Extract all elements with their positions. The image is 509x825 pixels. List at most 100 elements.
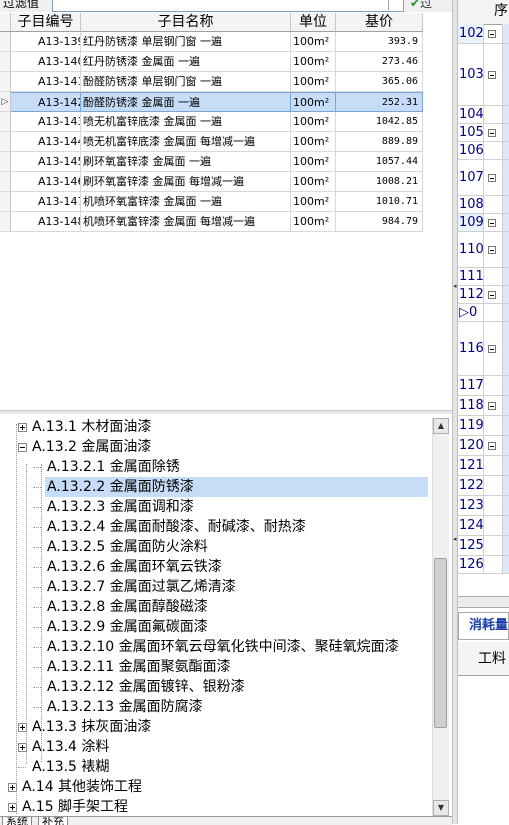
collapse-icon[interactable] (488, 442, 496, 450)
table-row[interactable]: 111 (458, 268, 509, 286)
tree-node[interactable]: A.15 脚手架工程 (20, 797, 130, 816)
row-indicator (0, 192, 11, 212)
tree-node[interactable]: A.13.2.3 金属面调和漆 (45, 497, 196, 517)
table-row[interactable]: A13-146 刷环氧富锌漆 金属面 每增减一遍 100m² 1008.21 (0, 172, 423, 192)
table-row[interactable]: 103 (458, 44, 509, 106)
table-row[interactable]: 110 (458, 232, 509, 268)
table-row[interactable]: 122 (458, 476, 509, 496)
table-row[interactable]: 102 (458, 24, 509, 44)
col-header-price[interactable]: 基价 (336, 13, 423, 32)
table-row[interactable]: A13-143 喷无机富锌底漆 金属面 一遍 100m² 1042.85 (0, 112, 423, 132)
collapse-icon[interactable] (18, 443, 27, 452)
collapse-icon[interactable] (488, 246, 496, 254)
row-cell (502, 44, 509, 105)
tree-node[interactable]: A.13.2.6 金属面环氧云铁漆 (45, 557, 224, 577)
cell-price: 273.46 (336, 52, 423, 72)
tree-node-label: A.13.2.11 金属面聚氨酯面漆 (47, 659, 231, 675)
table-row[interactable]: 124 (458, 516, 509, 536)
tree-node-label: A.13.2.9 金属面氟碳面漆 (47, 619, 208, 635)
table-row[interactable]: ▷ A13-142 酚醛防锈漆 金属面 一遍 100m² 252.31 (0, 92, 423, 112)
table-row[interactable]: A13-140 红丹防锈漆 金属面 一遍 100m² 273.46 (0, 52, 423, 72)
collapse-icon[interactable] (488, 219, 496, 227)
table-row[interactable]: 112 (458, 286, 509, 304)
expand-icon[interactable] (18, 423, 27, 432)
table-row[interactable]: 105 (458, 124, 509, 142)
table-row[interactable]: A13-139 红丹防锈漆 单层钢门窗 一遍 100m² 393.9 (0, 32, 423, 52)
tree-node[interactable]: A.13.3 抹灰面油漆 (30, 717, 153, 737)
right-splitter[interactable] (458, 596, 509, 608)
chapter-tree: A.13.1 木材面油漆 A.13.2 金属面油漆 A.13.2.1 金属面除锈 A.… (0, 414, 452, 816)
collapse-icon[interactable] (488, 129, 496, 137)
row-cell (502, 536, 509, 555)
tree-connector (33, 507, 41, 508)
table-row[interactable]: 117 (458, 376, 509, 396)
table-row[interactable]: 106 (458, 142, 509, 160)
table-row[interactable]: A13-148 机喷环氧富锌漆 金属面 每增减一遍 100m² 984.79 (0, 212, 423, 232)
tree-node[interactable]: A.13.2.8 金属面醇酸磁漆 (45, 597, 210, 617)
table-row[interactable]: ▷0 (458, 304, 509, 322)
table-row[interactable]: 126 (458, 556, 509, 574)
col-header-name[interactable]: 子目名称 (81, 13, 291, 32)
tree-connector (33, 587, 41, 588)
collapse-icon[interactable] (488, 71, 496, 79)
collapse-icon[interactable] (488, 174, 496, 182)
collapse-icon[interactable] (488, 291, 496, 299)
scroll-up-icon[interactable]: ▲ (433, 418, 449, 434)
tree-node[interactable]: A.13.2.4 金属面耐酸漆、耐碱漆、耐热漆 (45, 517, 308, 537)
collapse-icon[interactable] (488, 30, 496, 38)
table-row[interactable]: A13-147 机喷环氧富锌漆 金属面 一遍 100m² 1010.71 (0, 192, 423, 212)
table-row[interactable]: 104 (458, 106, 509, 124)
table-row[interactable]: 119 (458, 416, 509, 436)
tree-node[interactable]: A.13.4 涂料 (30, 737, 111, 757)
scroll-thumb[interactable] (434, 558, 447, 728)
col-header-code[interactable]: 子目编号 (11, 13, 81, 32)
cell-code: A13-143 (11, 112, 81, 132)
tree-node[interactable]: A.13.2 金属面油漆 (30, 437, 153, 457)
tree-scrollbar[interactable]: ▲ ▼ (432, 418, 449, 816)
filter-dropdown-icon[interactable] (388, 0, 401, 10)
splitter-arrow-icon[interactable]: ◂ (453, 535, 457, 545)
check-icon: ✔ (410, 0, 421, 10)
table-row[interactable]: 121 (458, 456, 509, 476)
row-number: 118 (459, 396, 484, 415)
table-row[interactable]: A13-145 刷环氧富锌漆 金属面 一遍 100m² 1057.44 (0, 152, 423, 172)
tree-node[interactable]: A.13.2.12 金属面镀锌、银粉漆 (45, 677, 247, 697)
scroll-down-icon[interactable]: ▼ (433, 800, 449, 816)
tree-node-label: A.13.3 抹灰面油漆 (32, 719, 152, 735)
table-row[interactable]: A13-141 酚醛防锈漆 单层钢门窗 一遍 100m² 365.06 (0, 72, 423, 92)
tree-node[interactable]: A.13.2.9 金属面氟碳面漆 (45, 617, 210, 637)
table-row[interactable]: 118 (458, 396, 509, 416)
table-row[interactable]: 107 (458, 160, 509, 196)
tree-node[interactable]: A.13.2.2 金属面防锈漆 (45, 477, 428, 497)
filter-button[interactable]: ✔过 (410, 0, 432, 11)
table-row[interactable]: 123 (458, 496, 509, 516)
row-indicator (0, 72, 11, 92)
row-number: 126 (459, 556, 484, 573)
tree-guide-line (41, 464, 42, 762)
table-row[interactable]: 125 (458, 536, 509, 556)
tree-node[interactable]: A.13.2.10 金属面环氧云母氧化铁中间漆、聚硅氧烷面漆 (45, 637, 401, 657)
table-row[interactable]: A13-144 喷无机富锌底漆 金属面 每增减一遍 100m² 889.89 (0, 132, 423, 152)
table-row[interactable]: 109 (458, 214, 509, 232)
tree-node[interactable]: A.13.2.13 金属面防腐漆 (45, 697, 205, 717)
tree-node[interactable]: A.13.1 木材面油漆 (30, 417, 153, 437)
col-header-unit[interactable]: 单位 (291, 13, 336, 32)
row-indicator: ▷ (0, 92, 11, 112)
table-row[interactable]: 120 (458, 436, 509, 456)
filter-input[interactable] (52, 0, 404, 12)
table-row[interactable]: 116 (458, 322, 509, 376)
tab-consumption[interactable]: 消耗量 (458, 612, 509, 640)
tree-node[interactable]: A.13.2.5 金属面防火涂料 (45, 537, 210, 557)
collapse-icon[interactable] (488, 345, 496, 353)
tree-node[interactable]: A.13.5 裱糊 (30, 757, 111, 777)
table-row[interactable]: 108 (458, 196, 509, 214)
tree-node[interactable]: A.14 其他装饰工程 (20, 777, 144, 797)
tree-node-label: A.13.2.13 金属面防腐漆 (47, 699, 203, 715)
row-indicator (0, 172, 11, 192)
tree-node[interactable]: A.13.2.7 金属面过氯乙烯清漆 (45, 577, 238, 597)
tree-node[interactable]: A.13.2.1 金属面除锈 (45, 457, 182, 477)
splitter-arrow-icon[interactable]: ◂ (453, 282, 457, 292)
row-indicator (0, 52, 11, 72)
tree-node[interactable]: A.13.2.11 金属面聚氨酯面漆 (45, 657, 233, 677)
collapse-icon[interactable] (488, 402, 496, 410)
